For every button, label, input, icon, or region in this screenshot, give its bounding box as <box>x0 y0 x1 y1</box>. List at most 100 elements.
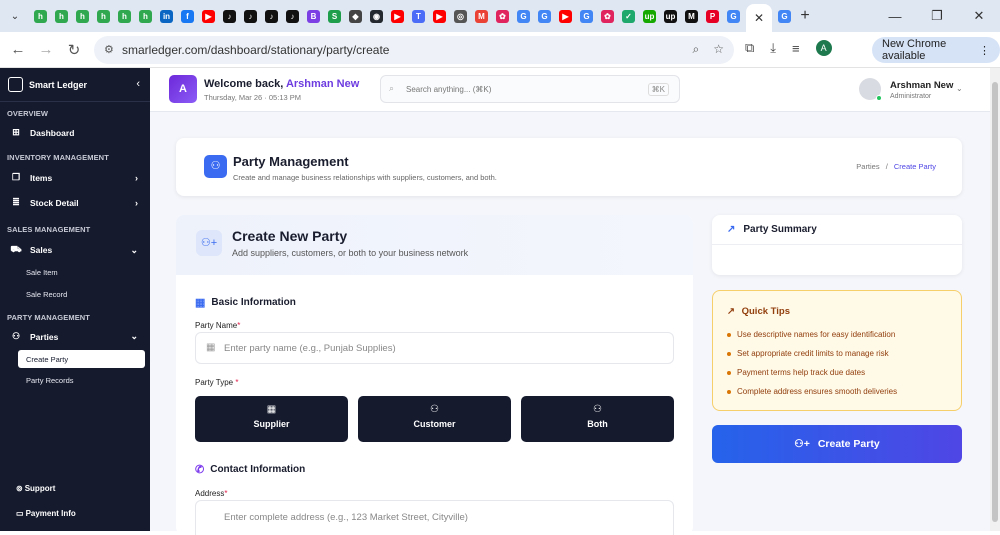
browser-tab[interactable]: h <box>135 4 156 28</box>
tab-favicon-icon: up <box>643 9 656 23</box>
browser-tab[interactable]: G <box>513 4 534 28</box>
main-content: A Welcome back, Arshman New Thursday, Ma… <box>150 68 990 535</box>
party-type-both[interactable]: ⚇ Both <box>521 396 674 442</box>
section-sales: SALES MANAGEMENT <box>7 225 91 234</box>
browser-tab[interactable]: h <box>93 4 114 28</box>
browser-tab[interactable]: up <box>639 4 660 28</box>
party-type-customer[interactable]: ⚇ Customer <box>358 396 511 442</box>
kebab-menu-icon[interactable]: ⋮ <box>979 44 990 57</box>
browser-tab[interactable]: T <box>408 4 429 28</box>
browser-tab[interactable]: ◎ <box>450 4 471 28</box>
global-search[interactable]: ⌕ Search anything... (⌘K) ⌘K <box>380 75 680 103</box>
party-name-input[interactable]: ▦ Enter party name (e.g., Punjab Supplie… <box>195 332 674 364</box>
browser-tab[interactable]: ▶ <box>387 4 408 28</box>
back-icon[interactable]: ← <box>4 41 32 58</box>
browser-tab[interactable]: ♪ <box>261 4 282 28</box>
sidebar-item-dashboard[interactable]: ⊞ Dashboard <box>10 127 142 138</box>
sidebar-item-sales[interactable]: ⛟ Sales ⌄ <box>10 244 142 256</box>
browser-tab[interactable]: ✿ <box>597 4 618 28</box>
sidebar-sub-sale-item[interactable]: Sale Item <box>18 263 145 281</box>
close-window-icon[interactable]: ✕ <box>958 8 1000 24</box>
section-party: PARTY MANAGEMENT <box>7 313 90 322</box>
sidebar-item-items[interactable]: ❒ Items › <box>10 172 142 183</box>
browser-tab[interactable]: M <box>471 4 492 28</box>
url-text[interactable]: smarledger.com/dashboard/stationary/part… <box>122 43 389 57</box>
browser-tab[interactable]: P <box>702 4 723 28</box>
sidebar-sub-create-party[interactable]: Create Party <box>18 350 145 368</box>
browser-tab[interactable]: ✓ <box>618 4 639 28</box>
new-tab-button[interactable]: + <box>795 7 815 25</box>
welcome-prefix: Welcome back, <box>204 78 284 90</box>
active-tab-close-icon[interactable]: ✕ <box>746 4 772 32</box>
browser-tab[interactable]: G <box>534 4 555 28</box>
forward-icon[interactable]: → <box>32 41 60 58</box>
browser-tab[interactable]: in <box>156 4 177 28</box>
required-mark: * <box>237 321 241 330</box>
browser-tab[interactable]: G <box>576 4 597 28</box>
browser-tab[interactable]: ▶ <box>198 4 219 28</box>
extensions-icon[interactable]: ⧉ <box>745 40 754 56</box>
address-textarea[interactable]: Enter complete address (e.g., 123 Market… <box>195 500 674 535</box>
browser-tab[interactable]: ▶ <box>429 4 450 28</box>
browser-tab[interactable]: ♪ <box>240 4 261 28</box>
tab-favicon-icon: h <box>118 9 131 23</box>
browser-tab[interactable]: S <box>324 4 345 28</box>
browser-tab[interactable]: ✿ <box>492 4 513 28</box>
tab-favicon-icon: in <box>160 9 173 23</box>
browser-tab[interactable]: h <box>30 4 51 28</box>
tab-favicon-icon: up <box>664 9 677 23</box>
quick-tips-card: ↗ Quick Tips Use descriptive names for e… <box>712 290 962 411</box>
create-party-button[interactable]: ⚇+ Create Party <box>712 425 962 463</box>
browser-tab[interactable]: ◆ <box>345 4 366 28</box>
sidebar-sub-party-records[interactable]: Party Records <box>18 371 145 389</box>
browser-tab[interactable]: ♪ <box>282 4 303 28</box>
profile-avatar[interactable]: A <box>815 40 832 56</box>
new-chrome-label: New Chrome available <box>882 38 947 62</box>
browser-tab[interactable]: G <box>723 4 744 28</box>
google-tab[interactable]: G <box>774 4 795 28</box>
user-name[interactable]: Arshman New <box>890 80 953 91</box>
breadcrumb-parent[interactable]: Parties <box>856 162 879 171</box>
omnibox[interactable]: ⚙ smarledger.com/dashboard/stationary/pa… <box>94 36 734 64</box>
browser-tab[interactable]: B <box>303 4 324 28</box>
browser-tab[interactable]: h <box>72 4 93 28</box>
browser-tab[interactable]: ▶ <box>555 4 576 28</box>
bookmark-star-icon[interactable]: ☆ <box>713 42 724 57</box>
tab-search-dropdown-icon[interactable]: ⌄ <box>6 7 24 25</box>
sidebar: Smart Ledger ‹ OVERVIEW ⊞ Dashboard INVE… <box>0 68 150 531</box>
media-icon[interactable]: ≡ <box>792 41 800 56</box>
browser-tab[interactable]: f <box>177 4 198 28</box>
tab-favicon-icon: S <box>328 9 341 23</box>
zoom-icon[interactable]: ⌕ <box>693 42 700 57</box>
party-type-label-text: Supplier <box>253 419 290 429</box>
browser-tab[interactable]: ♪ <box>219 4 240 28</box>
browser-tab[interactable]: h <box>51 4 72 28</box>
party-type-supplier[interactable]: ▦ Supplier <box>195 396 348 442</box>
user-menu-chevron-icon[interactable]: ⌄ <box>956 84 963 93</box>
support-link[interactable]: ⊚ Support <box>16 484 55 493</box>
tab-favicon-icon: ◆ <box>349 9 362 23</box>
browser-tab[interactable]: h <box>114 4 135 28</box>
browser-tab[interactable]: ◉ <box>366 4 387 28</box>
payment-info-link[interactable]: ▭ Payment Info <box>16 509 76 518</box>
browser-tab[interactable]: M <box>681 4 702 28</box>
chevron-down-icon: ⌄ <box>130 244 138 255</box>
layers-icon: ≣ <box>12 197 20 207</box>
page-header-card: ⚇ Party Management Create and manage bus… <box>176 138 962 196</box>
download-icon[interactable]: ⤓ <box>770 40 776 56</box>
tips-title: Quick Tips <box>741 306 791 317</box>
reload-icon[interactable]: ↻ <box>60 41 88 59</box>
browser-tab[interactable]: up <box>660 4 681 28</box>
sidebar-item-stock-detail[interactable]: ≣ Stock Detail › <box>10 197 142 208</box>
scrollbar-thumb[interactable] <box>992 82 998 522</box>
page-scrollbar[interactable] <box>990 68 1000 531</box>
restore-icon[interactable]: ❐ <box>916 8 958 24</box>
tab-favicon-icon: B <box>307 9 320 23</box>
collapse-sidebar-icon[interactable]: ‹ <box>136 78 140 90</box>
site-info-icon[interactable]: ⚙ <box>104 43 114 56</box>
minimize-icon[interactable]: — <box>874 9 916 24</box>
sidebar-sub-sale-record[interactable]: Sale Record <box>18 285 145 303</box>
sidebar-item-parties[interactable]: ⚇ Parties ⌄ <box>10 331 142 342</box>
tab-favicon-icon: ▶ <box>391 9 404 23</box>
new-chrome-available-button[interactable]: New Chrome available ⋮ <box>872 37 1000 63</box>
